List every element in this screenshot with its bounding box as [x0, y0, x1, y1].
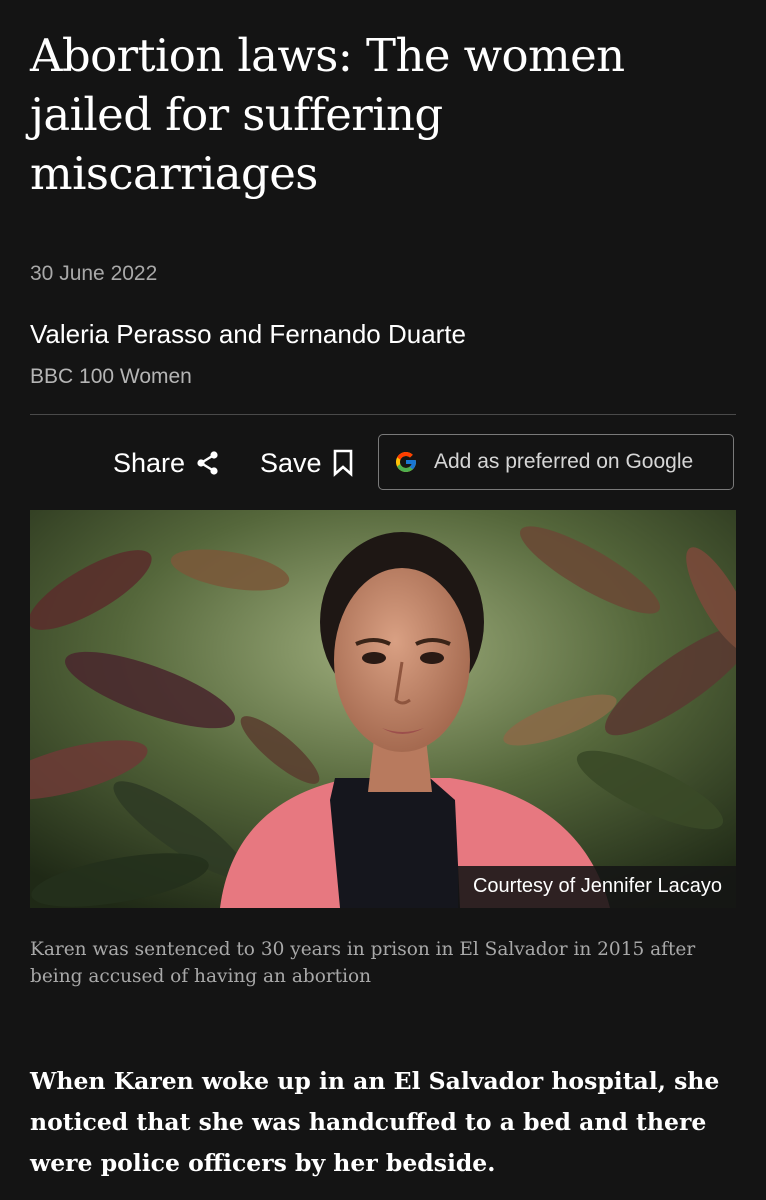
lead-paragraph: When Karen woke up in an El Salvador hos… — [30, 1066, 720, 1177]
bookmark-icon — [333, 449, 352, 477]
google-g-icon — [396, 452, 416, 472]
article-photo: Courtesy of Jennifer Lacayo — [30, 510, 736, 908]
article-actions: Share Save Add as preferred on Google — [30, 434, 736, 492]
share-label: Share — [113, 447, 186, 478]
portrait-illustration — [30, 510, 736, 908]
article-headline: Abortion laws: The women jailed for suff… — [30, 29, 625, 200]
article-date: 30 June 2022 — [30, 262, 158, 285]
photo-caption: Karen was sentenced to 30 years in priso… — [30, 939, 696, 987]
add-preferred-google-label: Add as preferred on Google — [434, 450, 694, 473]
author-role: BBC 100 Women — [30, 365, 192, 388]
save-button[interactable]: Save — [260, 434, 354, 492]
share-icon — [197, 451, 218, 475]
divider — [30, 414, 736, 415]
add-preferred-google-button[interactable]: Add as preferred on Google — [378, 434, 734, 490]
photo-credit: Courtesy of Jennifer Lacayo — [457, 866, 736, 908]
author-name[interactable]: Valeria Perasso and Fernando Duarte — [30, 319, 466, 350]
save-label: Save — [260, 447, 322, 478]
share-button[interactable]: Share — [113, 434, 221, 492]
